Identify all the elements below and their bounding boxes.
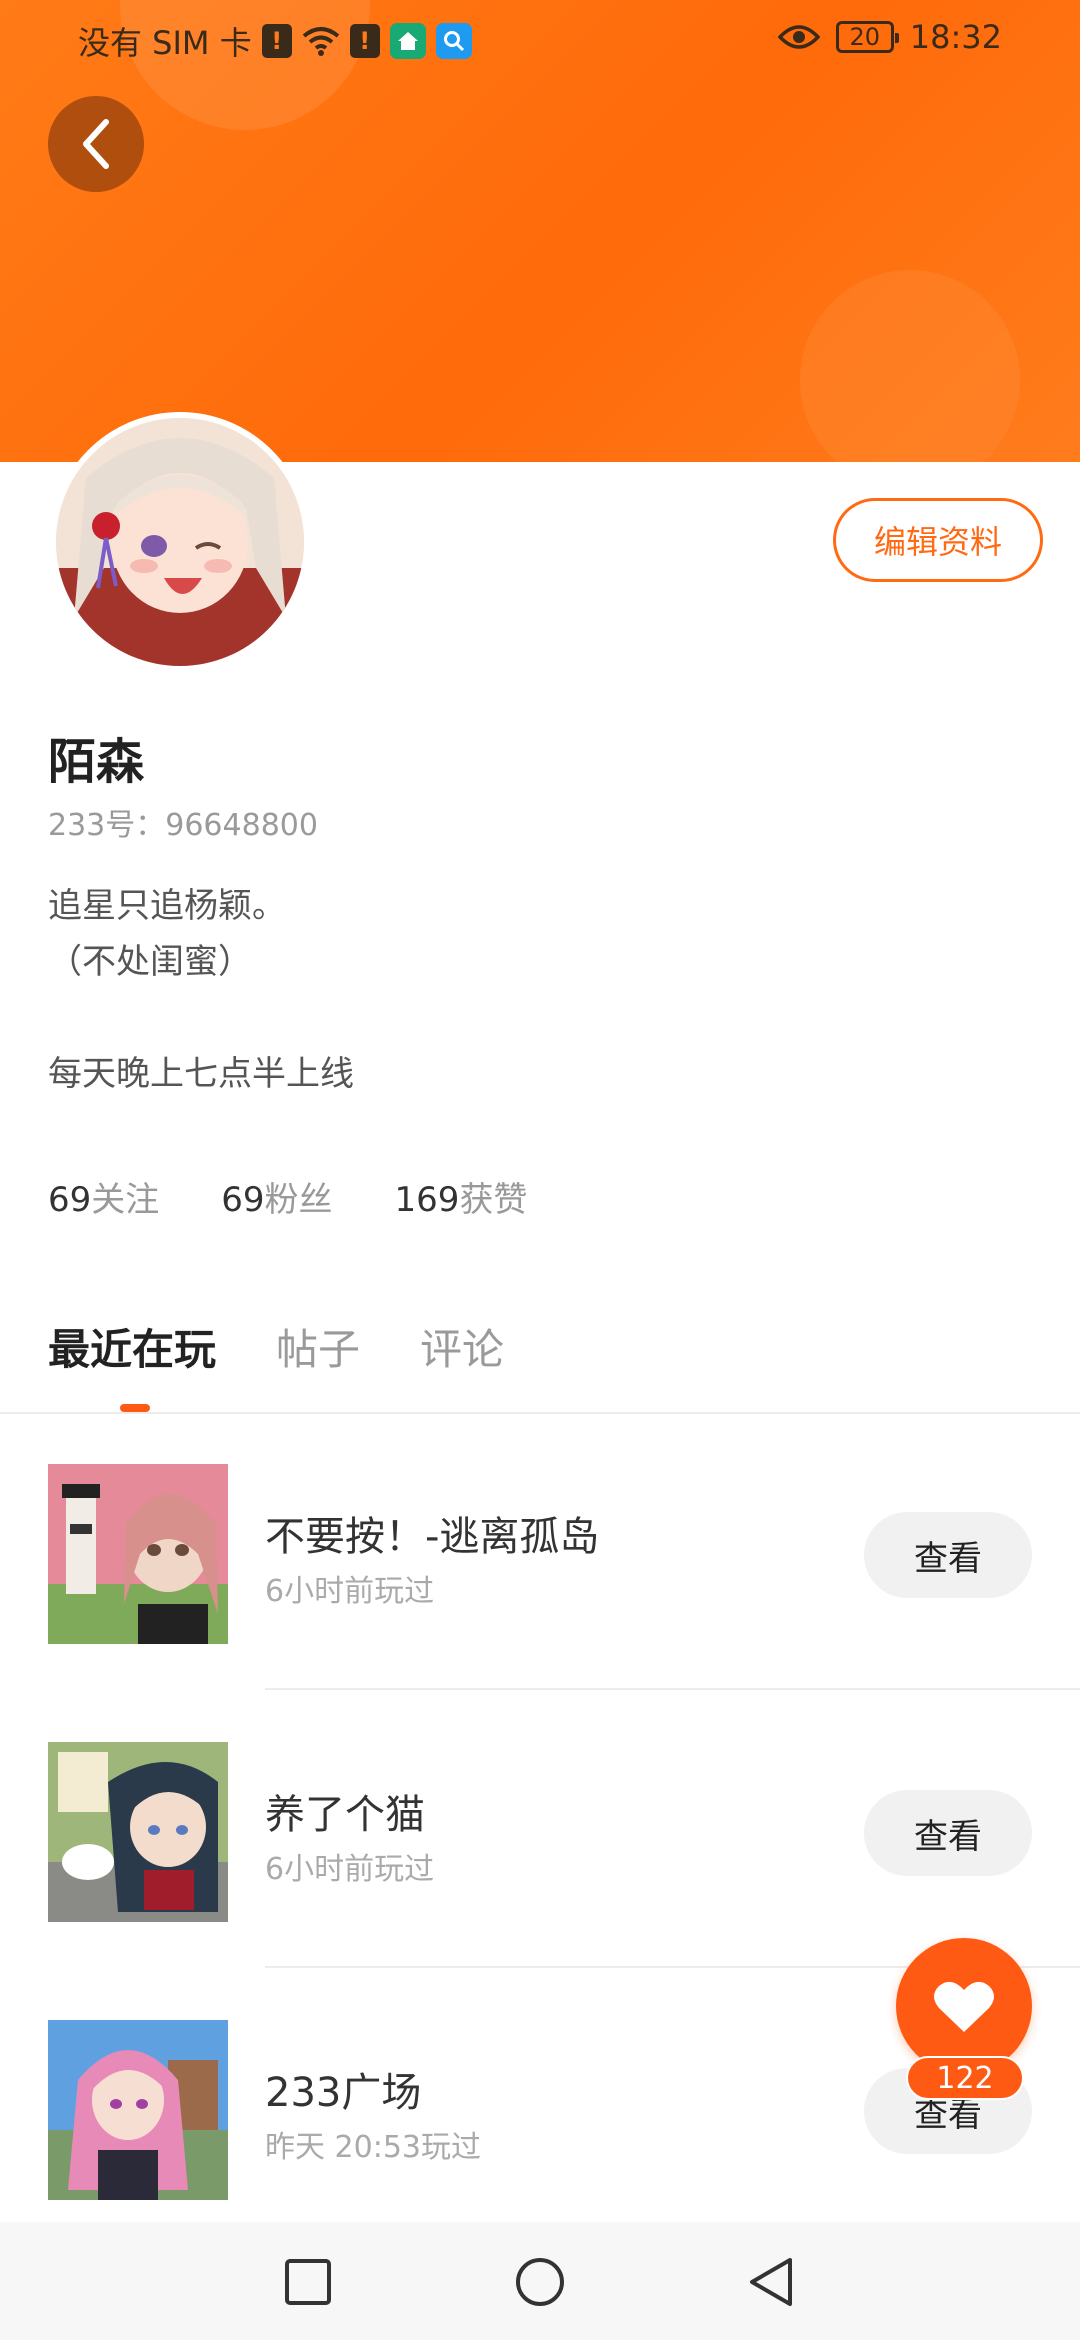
like-button[interactable] bbox=[896, 1938, 1032, 2074]
nav-back-button[interactable] bbox=[744, 2256, 796, 2308]
alert-icon-2: ! bbox=[349, 24, 380, 58]
battery-indicator: 20 bbox=[835, 21, 899, 53]
tab-comments[interactable]: 评论 bbox=[420, 1316, 504, 1377]
stat-number: 69 bbox=[48, 1180, 92, 1220]
game-list: 不要按！-逃离孤岛 6小时前玩过 查看 养了个猫 6小时前玩过 查看 233广场… bbox=[0, 1412, 1080, 2246]
edit-profile-button[interactable]: 编辑资料 bbox=[833, 498, 1043, 582]
view-button[interactable]: 查看 bbox=[864, 1790, 1032, 1876]
alert-icon: ! bbox=[261, 24, 292, 58]
game-last-played: 6小时前玩过 bbox=[265, 1574, 435, 1609]
tab-bar: 最近在玩 帖子 评论 bbox=[48, 1316, 504, 1377]
game-thumbnail bbox=[48, 2020, 228, 2200]
back-button[interactable] bbox=[48, 96, 144, 192]
wifi-icon bbox=[302, 27, 339, 56]
heart-icon bbox=[934, 1981, 994, 2032]
search-app-icon bbox=[435, 23, 472, 59]
user-name: 陌森 bbox=[48, 734, 145, 790]
stat-likes[interactable]: 169获赞 bbox=[395, 1172, 528, 1221]
game-last-played: 6小时前玩过 bbox=[265, 1852, 435, 1887]
game-last-played: 昨天 20:53玩过 bbox=[265, 2130, 481, 2165]
stat-number: 169 bbox=[394, 1180, 460, 1220]
bio-line: 追星只追杨颖。 bbox=[48, 886, 286, 926]
nav-recents-icon bbox=[285, 2259, 331, 2305]
nav-home-button[interactable] bbox=[514, 2256, 566, 2308]
stat-label: 关注 bbox=[91, 1180, 160, 1220]
status-bar: 没有 SIM 卡 ! ! 20 18:32 bbox=[0, 0, 1080, 76]
stat-label: 粉丝 bbox=[264, 1180, 333, 1220]
list-item[interactable]: 养了个猫 6小时前玩过 查看 bbox=[0, 1690, 1080, 1968]
home-app-icon bbox=[389, 23, 426, 59]
tab-indicator bbox=[120, 1404, 150, 1412]
back-icon bbox=[83, 119, 109, 169]
avatar[interactable] bbox=[50, 412, 310, 672]
like-count-badge: 122 bbox=[906, 2056, 1024, 2100]
nav-recents-button[interactable] bbox=[282, 2256, 334, 2308]
game-title: 233广场 bbox=[265, 2070, 422, 2116]
carrier-text: 没有 SIM 卡 bbox=[78, 24, 252, 62]
tab-posts[interactable]: 帖子 bbox=[276, 1316, 360, 1377]
bio-line: （不处闺蜜） bbox=[48, 942, 252, 982]
stat-number: 69 bbox=[221, 1180, 265, 1220]
user-id: 233号：96648800 bbox=[48, 808, 318, 843]
bio-line: 每天晚上七点半上线 bbox=[48, 1054, 354, 1094]
profile-page: 没有 SIM 卡 ! ! 20 18:32 编辑资料 陌森 233号：96648… bbox=[0, 0, 1080, 2340]
stat-followers[interactable]: 69粉丝 bbox=[221, 1172, 332, 1221]
eye-icon bbox=[777, 25, 820, 49]
tab-recently-played[interactable]: 最近在玩 bbox=[48, 1316, 216, 1377]
avatar-illustration bbox=[56, 418, 304, 666]
bio-line bbox=[48, 990, 1028, 1046]
list-item[interactable]: 不要按！-逃离孤岛 6小时前玩过 查看 bbox=[0, 1412, 1080, 1690]
clock: 18:32 bbox=[909, 18, 1002, 56]
nav-back-icon bbox=[750, 2258, 792, 2306]
view-button[interactable]: 查看 bbox=[864, 1512, 1032, 1598]
user-bio: 追星只追杨颖。 （不处闺蜜） 每天晚上七点半上线 bbox=[48, 878, 1028, 1102]
stats-row: 69关注 69粉丝 169获赞 bbox=[48, 1172, 527, 1221]
game-thumbnail bbox=[48, 1464, 228, 1644]
game-title: 不要按！-逃离孤岛 bbox=[265, 1514, 600, 1560]
nav-home-icon bbox=[516, 2258, 564, 2306]
game-title: 养了个猫 bbox=[265, 1792, 425, 1838]
stat-following[interactable]: 69关注 bbox=[48, 1172, 159, 1221]
stat-label: 获赞 bbox=[459, 1180, 528, 1220]
game-thumbnail bbox=[48, 1742, 228, 1922]
